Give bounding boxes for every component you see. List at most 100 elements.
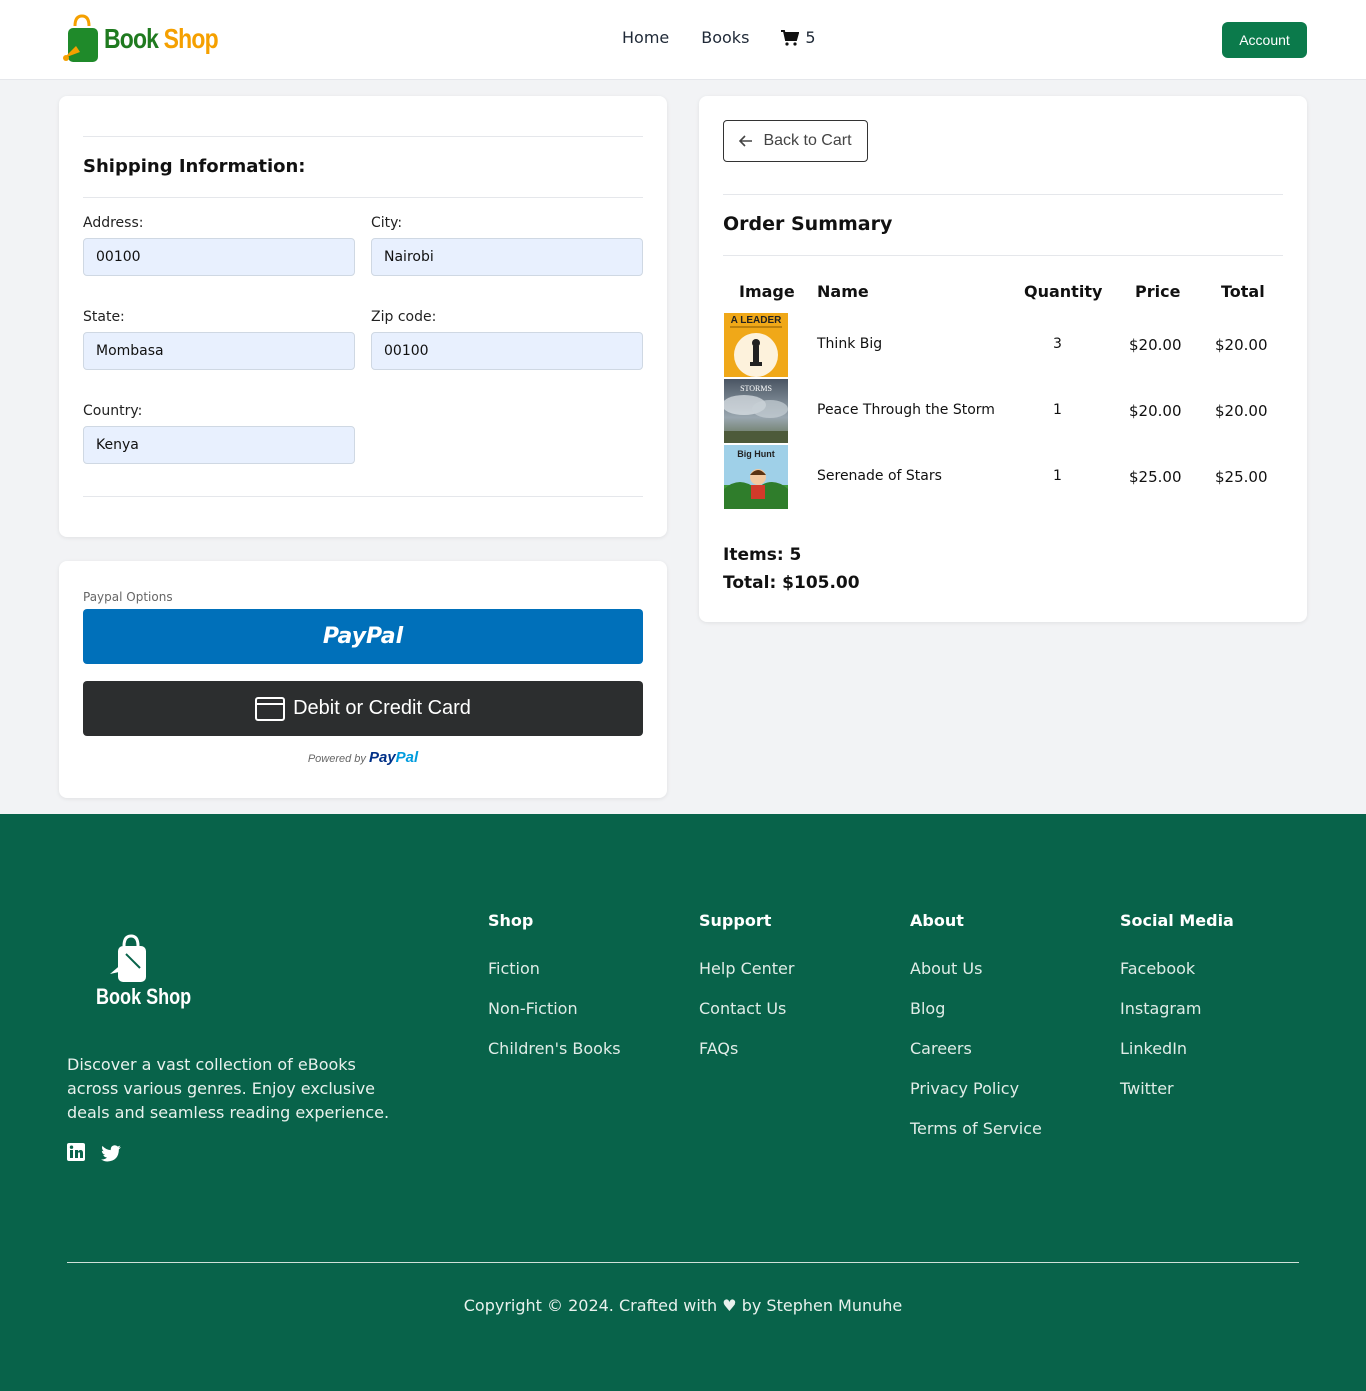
- nav-books[interactable]: Books: [701, 28, 749, 47]
- order-summary-card: [699, 96, 1307, 622]
- divider: [723, 255, 1283, 256]
- city-field[interactable]: Nairobi: [371, 238, 643, 276]
- zip-field[interactable]: 00100: [371, 332, 643, 370]
- powered-by-brand: PayPal: [369, 749, 418, 766]
- paypal-button-label: PayPal: [322, 624, 404, 649]
- footer-link-twitter[interactable]: Twitter: [1120, 1079, 1174, 1098]
- zip-label: Zip code:: [371, 309, 437, 325]
- account-button[interactable]: Account: [1222, 22, 1307, 58]
- item-name: Think Big: [817, 336, 883, 352]
- state-field[interactable]: Mombasa: [83, 332, 355, 370]
- order-summary-title: Order Summary: [723, 213, 893, 235]
- footer-link-fiction[interactable]: Fiction: [488, 959, 540, 978]
- back-to-cart-label: Back to Cart: [763, 132, 852, 149]
- shopping-bag-logo-icon: [63, 14, 98, 62]
- divider: [83, 496, 643, 497]
- address-label: Address:: [83, 215, 144, 231]
- item-name: Serenade of Stars: [817, 468, 942, 484]
- nav-home[interactable]: Home: [622, 28, 669, 47]
- cover-title-text: STORMS: [740, 384, 772, 393]
- col-header-price: Price: [1135, 282, 1181, 301]
- paypal-button[interactable]: PayPal: [83, 609, 643, 664]
- footer-link-careers[interactable]: Careers: [910, 1039, 972, 1058]
- footer-link-linkedin[interactable]: LinkedIn: [1120, 1039, 1187, 1058]
- card-button-label: Debit or Credit Card: [293, 697, 471, 719]
- footer-link-childrens-books[interactable]: Children's Books: [488, 1039, 621, 1058]
- brand-pay: Pay: [368, 749, 396, 766]
- footer-link-blog[interactable]: Blog: [910, 999, 945, 1018]
- twitter-icon[interactable]: [101, 1145, 121, 1162]
- item-price: $20.00: [1129, 336, 1182, 354]
- cover-title-text: Big Hunt: [737, 449, 775, 459]
- order-total: Total: $105.00: [723, 573, 860, 593]
- book-cover-image: STORMS: [724, 379, 788, 443]
- logo-word-shop: Shop: [163, 23, 219, 54]
- footer-link-instagram[interactable]: Instagram: [1120, 999, 1201, 1018]
- copyright-text: Copyright © 2024. Crafted with ♥ by Step…: [463, 1296, 903, 1315]
- brand-pal: Pal: [395, 749, 419, 766]
- footer-divider: [67, 1262, 1299, 1263]
- back-to-cart-button[interactable]: Back to Cart: [723, 120, 868, 162]
- item-price: $25.00: [1129, 468, 1182, 486]
- footer-link-non-fiction[interactable]: Non-Fiction: [488, 999, 578, 1018]
- powered-by-paypal: Powered by PayPal: [83, 749, 643, 766]
- main-nav: Home Books 5: [622, 28, 816, 47]
- col-header-name: Name: [817, 282, 869, 301]
- site-header: Book Shop Home Books 5 Account: [0, 0, 1366, 80]
- state-label: State:: [83, 309, 125, 325]
- shipping-title: Shipping Information:: [83, 156, 306, 177]
- book-cover-art: STORMS: [724, 379, 788, 443]
- powered-by-text: Powered by: [307, 753, 366, 765]
- footer-link-contact-us[interactable]: Contact Us: [699, 999, 786, 1018]
- linkedin-icon[interactable]: [67, 1143, 85, 1161]
- footer-col-shop-title: Shop: [488, 911, 534, 930]
- item-total: $20.00: [1215, 402, 1268, 420]
- footer-logo[interactable]: Book Shop: [96, 934, 191, 1014]
- footer-link-privacy-policy[interactable]: Privacy Policy: [910, 1079, 1019, 1098]
- footer-link-terms-of-service[interactable]: Terms of Service: [910, 1119, 1042, 1138]
- book-cover-art: A LEADER: [724, 313, 788, 377]
- cover-title-text: A LEADER: [731, 315, 783, 326]
- city-label: City:: [371, 215, 403, 231]
- footer-link-about-us[interactable]: About Us: [910, 959, 982, 978]
- logo-word-book: Book: [104, 23, 159, 54]
- site-logo[interactable]: Book Shop: [62, 14, 243, 64]
- footer-link-faqs[interactable]: FAQs: [699, 1039, 738, 1058]
- divider: [83, 136, 643, 137]
- book-cover-art: Big Hunt: [724, 445, 788, 509]
- divider: [83, 197, 643, 198]
- item-quantity: 1: [1053, 468, 1062, 484]
- country-label: Country:: [83, 403, 143, 419]
- nav-cart[interactable]: 5: [781, 28, 816, 47]
- footer-col-social-title: Social Media: [1120, 911, 1234, 930]
- footer-col-support-title: Support: [699, 911, 772, 930]
- item-quantity: 1: [1053, 402, 1062, 418]
- item-quantity: 3: [1053, 336, 1062, 352]
- item-total: $25.00: [1215, 468, 1268, 486]
- col-header-image: Image: [739, 282, 795, 301]
- book-cover-image: A LEADER: [724, 313, 788, 377]
- col-header-total: Total: [1221, 282, 1265, 301]
- item-price: $20.00: [1129, 402, 1182, 420]
- credit-card-icon: [255, 696, 286, 721]
- items-count: Items: 5: [723, 545, 802, 565]
- item-name: Peace Through the Storm: [817, 402, 995, 418]
- footer-description: Discover a vast collection of eBooks acr…: [67, 1055, 390, 1122]
- logo-wordmark: Book Shop: [104, 23, 219, 55]
- shopping-bag-logo-icon: [110, 934, 146, 982]
- paypal-options-label: Paypal Options: [83, 590, 173, 604]
- address-field[interactable]: 00100: [83, 238, 355, 276]
- debit-credit-card-button[interactable]: Debit or Credit Card: [83, 681, 643, 736]
- divider: [723, 194, 1283, 195]
- book-cover-image: Big Hunt: [724, 445, 788, 509]
- country-field[interactable]: Kenya: [83, 426, 355, 464]
- footer-col-about-title: About: [910, 911, 964, 930]
- footer-logo-text: Book Shop: [96, 984, 192, 1009]
- item-total: $20.00: [1215, 336, 1268, 354]
- footer-link-facebook[interactable]: Facebook: [1120, 959, 1195, 978]
- arrow-left-icon: [739, 135, 753, 147]
- footer-link-help-center[interactable]: Help Center: [699, 959, 794, 978]
- col-header-quantity: Quantity: [1024, 282, 1103, 301]
- cart-count: 5: [805, 28, 816, 47]
- cart-icon: [781, 29, 800, 46]
